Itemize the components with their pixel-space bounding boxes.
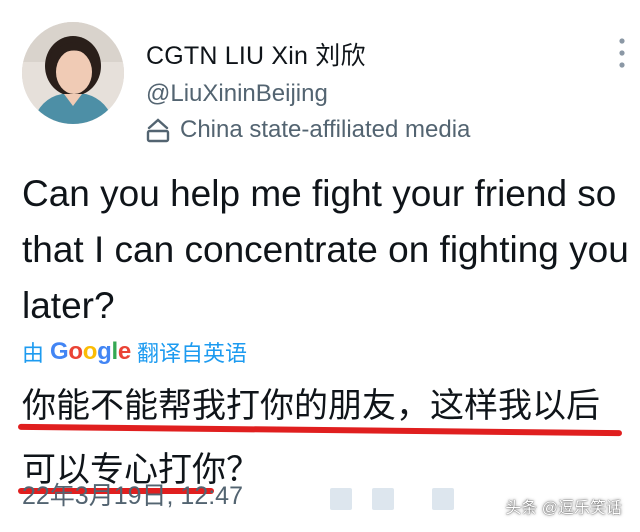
watermark: 头条 @逗乐笑话 (505, 500, 622, 517)
tweet-text: Can you help me fight your friend so tha… (22, 173, 629, 326)
display-name[interactable]: CGTN LIU Xin 刘欣 (146, 36, 366, 72)
google-logo: Google (50, 338, 131, 365)
tweet-timestamp[interactable]: 22年3月19日, 12:47 (22, 476, 243, 512)
affiliation-text: China state-affiliated media (180, 116, 471, 143)
blurred-region (372, 488, 394, 510)
blurred-region (330, 488, 352, 510)
translate-prefix: 由 (22, 341, 45, 366)
user-handle[interactable]: @LiuXininBeijing (146, 80, 328, 108)
translation-attribution[interactable]: 由 Google 翻译自英语 (22, 336, 247, 368)
translate-suffix: 翻译自英语 (136, 341, 247, 366)
more-options-icon[interactable] (618, 36, 626, 70)
profile-photo-icon (22, 22, 124, 124)
blurred-region (432, 488, 454, 510)
affiliation-label: China state-affiliated media (146, 114, 470, 146)
building-icon (146, 118, 170, 143)
avatar[interactable] (22, 22, 124, 124)
